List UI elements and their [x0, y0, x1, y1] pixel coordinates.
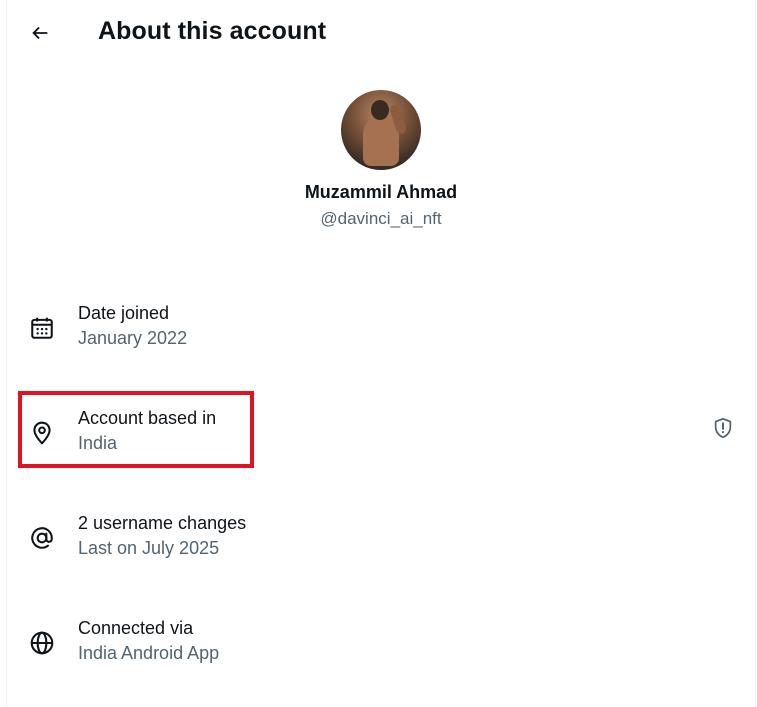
header: About this account	[7, 0, 755, 66]
arrow-left-icon	[32, 26, 48, 40]
user-handle[interactable]: @davinci_ai_nft	[7, 209, 755, 229]
calendar-icon	[29, 315, 55, 341]
row-username-changes: 2 username changes Last on July 2025	[7, 505, 755, 575]
back-button[interactable]	[21, 14, 59, 52]
row-connected-via: Connected via India Android App	[7, 610, 755, 680]
row-label: Connected via	[78, 618, 194, 638]
row-value: India	[78, 433, 118, 453]
row-label: Date joined	[78, 303, 170, 323]
row-value: Last on July 2025	[78, 538, 220, 558]
page-title: About this account	[98, 17, 327, 45]
row-value: India Android App	[78, 643, 220, 663]
about-account-panel: About this account Muzammil Ahmad @davin…	[6, 0, 756, 707]
avatar[interactable]	[341, 90, 421, 170]
location-pin-icon	[29, 420, 55, 446]
profile-summary: Muzammil Ahmad @davinci_ai_nft	[7, 90, 755, 229]
row-label: Account based in	[78, 408, 217, 428]
at-sign-icon	[29, 525, 55, 551]
row-account-based-in: Account based in India	[7, 400, 755, 470]
avatar-head	[371, 100, 389, 120]
row-value: January 2022	[78, 328, 188, 348]
row-date-joined: Date joined January 2022	[7, 295, 755, 365]
shield-info-icon[interactable]	[711, 416, 735, 440]
globe-icon	[29, 630, 55, 656]
row-label: 2 username changes	[78, 513, 247, 533]
display-name[interactable]: Muzammil Ahmad	[7, 182, 755, 203]
